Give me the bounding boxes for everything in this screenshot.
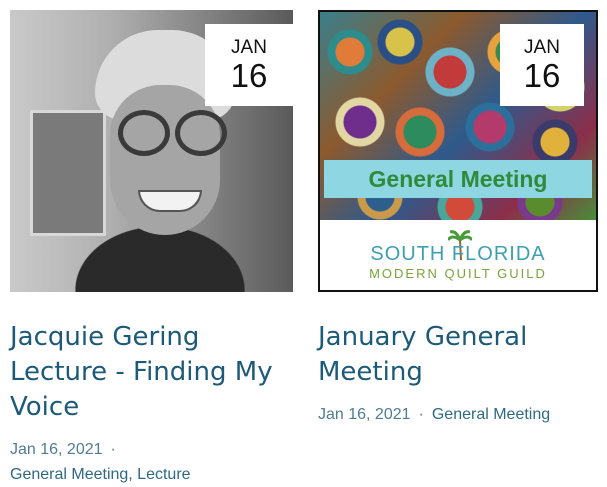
poster-banner: General Meeting (324, 160, 592, 198)
event-image[interactable]: General Meeting SOUTH FLORIDA MODERN QUI… (318, 10, 598, 292)
event-date: Jan 16, 2021 (10, 441, 103, 458)
event-title-link[interactable]: Jacquie Gering Lecture - Finding My Voic… (10, 320, 293, 425)
date-badge-month: JAN (231, 37, 267, 58)
guild-logo-line1: SOUTH FLORIDA (370, 243, 546, 265)
guild-logo: SOUTH FLORIDA MODERN QUILT GUILD (320, 224, 596, 290)
event-categories-link[interactable]: General Meeting (432, 406, 550, 423)
date-badge: JAN 16 (205, 24, 293, 106)
event-meta: Jan 16, 2021 · General Meeting (318, 402, 598, 427)
event-card[interactable]: JAN 16 Jacquie Gering Lecture - Finding … (10, 10, 293, 487)
meta-separator: · (110, 441, 116, 458)
event-date: Jan 16, 2021 (318, 406, 411, 423)
guild-logo-line2: MODERN QUILT GUILD (369, 266, 547, 281)
event-card[interactable]: General Meeting SOUTH FLORIDA MODERN QUI… (318, 10, 598, 427)
meta-separator: · (418, 406, 424, 423)
event-image[interactable]: JAN 16 (10, 10, 293, 292)
event-title-link[interactable]: January General Meeting (318, 320, 598, 390)
date-badge-day: 16 (230, 57, 268, 94)
date-badge: JAN 16 (500, 24, 584, 106)
date-badge-day: 16 (523, 57, 561, 94)
event-categories-link[interactable]: General Meeting, Lecture (10, 466, 191, 483)
date-badge-month: JAN (524, 37, 560, 58)
